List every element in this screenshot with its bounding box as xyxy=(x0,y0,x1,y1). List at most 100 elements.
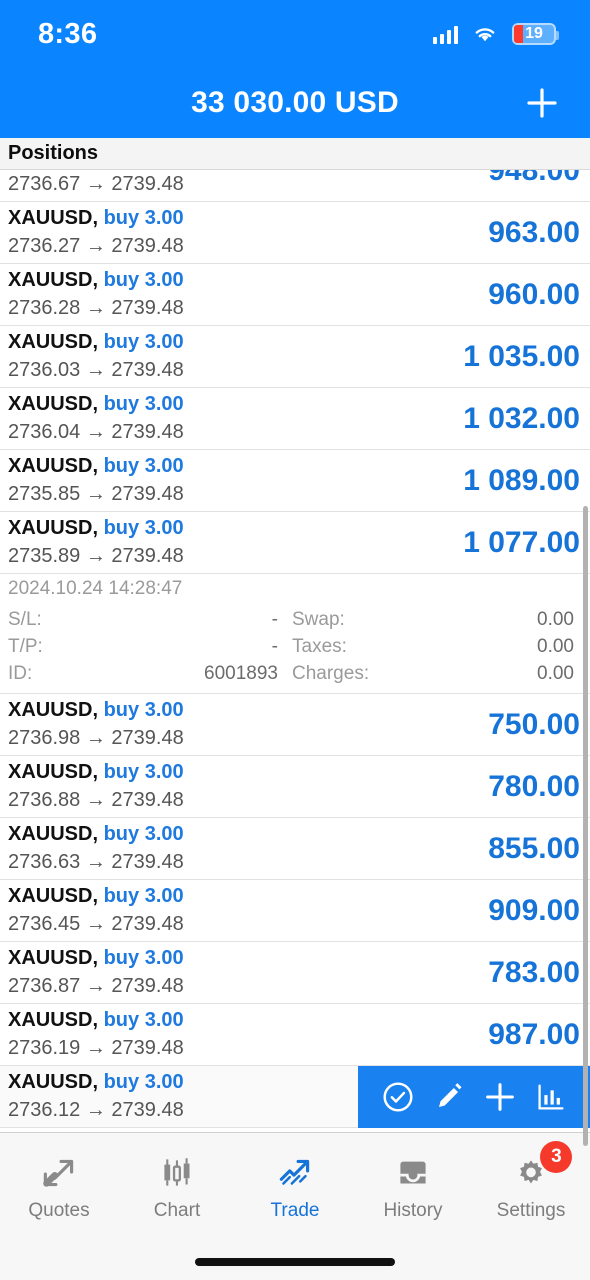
position-prices: 2736.19 → 2739.48 xyxy=(8,1037,184,1059)
open-chart-action[interactable] xyxy=(530,1076,572,1118)
modify-position-action[interactable] xyxy=(428,1076,470,1118)
list-scrollbar[interactable] xyxy=(583,176,588,1146)
charges-label: Charges: xyxy=(292,663,370,684)
plus-icon xyxy=(485,1083,514,1111)
position-symbol: XAUUSD, xyxy=(8,1009,99,1031)
position-profit: 783.00 xyxy=(488,955,580,989)
candlestick-chart-icon xyxy=(164,1157,190,1186)
new-order-button[interactable] xyxy=(520,81,564,125)
position-prices: 2736.67 → 2739.48 xyxy=(8,173,184,195)
position-row[interactable]: XAUUSD, buy 3.00 2736.45 → 2739.48 909.00 xyxy=(0,880,590,942)
position-row[interactable]: XAUUSD, buy 3.00 2736.87 → 2739.48 783.00 xyxy=(0,942,590,1004)
position-row[interactable]: XAUUSD, buy 3.00 2736.19 → 2739.48 987.00 xyxy=(0,1004,590,1066)
position-symbol: XAUUSD, xyxy=(8,393,99,415)
add-position-action[interactable] xyxy=(479,1076,521,1118)
tab-chart[interactable]: Chart xyxy=(118,1133,236,1238)
position-symbol-side: XAUUSD, buy 3.00 xyxy=(8,1071,184,1094)
position-side-volume: buy 3.00 xyxy=(103,393,184,415)
tab-history[interactable]: History xyxy=(354,1133,472,1238)
position-symbol: XAUUSD, xyxy=(8,947,99,969)
position-side-volume: buy 3.00 xyxy=(103,761,184,783)
position-prices: 2736.98 → 2739.48 xyxy=(8,727,184,749)
position-profit: 909.00 xyxy=(488,893,580,927)
position-prices: 2735.85 → 2739.48 xyxy=(8,483,184,505)
position-side-volume: buy 3.00 xyxy=(103,1009,184,1031)
position-side-volume: buy 3.00 xyxy=(103,269,184,291)
tab-label: Trade xyxy=(270,1199,320,1221)
position-symbol-side: XAUUSD, buy 3.00 xyxy=(8,885,184,908)
inbox-tray-icon-wrap xyxy=(392,1150,434,1196)
position-side-volume: buy 3.00 xyxy=(103,699,184,721)
app-header: 33 030.00 USD xyxy=(0,68,590,138)
position-symbol-side: XAUUSD, buy 3.00 xyxy=(8,823,184,846)
close-position-action[interactable] xyxy=(377,1076,419,1118)
position-symbol-side: XAUUSD, buy 3.00 xyxy=(8,455,184,478)
tab-settings[interactable]: Settings 3 xyxy=(472,1133,590,1238)
tab-label: Chart xyxy=(153,1199,201,1221)
status-bar-time: 8:36 xyxy=(38,17,98,50)
id-label: ID: xyxy=(8,663,33,684)
tab-quotes[interactable]: Quotes xyxy=(0,1133,118,1238)
position-symbol: XAUUSD, xyxy=(8,885,99,907)
position-prices: 2736.88 → 2739.48 xyxy=(8,789,184,811)
home-indicator xyxy=(195,1258,395,1266)
tab-label: Settings xyxy=(496,1199,566,1221)
bar-chart-icon xyxy=(537,1084,564,1110)
position-symbol-side: XAUUSD, buy 3.00 xyxy=(8,207,184,230)
position-row[interactable]: XAUUSD, buy 3.00 2736.27 → 2739.48 963.00 xyxy=(0,202,590,264)
positions-list[interactable]: XAUUSD, buy 3.00 2736.67 → 2739.48 948.00 X… xyxy=(0,170,590,1132)
position-profit: 750.00 xyxy=(488,707,580,741)
position-row[interactable]: XAUUSD, buy 3.00 2736.88 → 2739.48 780.00 xyxy=(0,756,590,818)
position-symbol: XAUUSD, xyxy=(8,207,99,229)
sl-label: S/L: xyxy=(8,609,42,630)
taxes-value: 0.00 xyxy=(537,636,574,657)
quotes-arrows-icon xyxy=(43,1159,74,1187)
position-row[interactable]: XAUUSD, buy 3.00 2736.04 → 2739.48 1 032.0… xyxy=(0,388,590,450)
position-symbol: XAUUSD, xyxy=(8,455,99,477)
charges-value: 0.00 xyxy=(537,663,574,684)
tp-value: - xyxy=(271,636,278,657)
position-symbol-side: XAUUSD, buy 3.00 xyxy=(8,761,184,784)
position-profit: 1 035.00 xyxy=(463,339,580,373)
position-symbol: XAUUSD, xyxy=(8,269,99,291)
tp-label: T/P: xyxy=(8,636,43,657)
swap-value: 0.00 xyxy=(537,609,574,630)
position-profit: 987.00 xyxy=(488,1017,580,1051)
scrollbar-thumb[interactable] xyxy=(583,506,588,1146)
position-row[interactable]: XAUUSD, buy 3.00 2736.03 → 2739.48 1 035.0… xyxy=(0,326,590,388)
position-prices: 2736.27 → 2739.48 xyxy=(8,235,184,257)
position-profit: 780.00 xyxy=(488,769,580,803)
position-symbol: XAUUSD, xyxy=(8,517,99,539)
status-bar: 8:36 19 xyxy=(0,0,590,68)
swipe-action-bar[interactable] xyxy=(358,1066,590,1128)
position-row[interactable]: XAUUSD, buy 3.00 2736.63 → 2739.48 855.00 xyxy=(0,818,590,880)
taxes-label: Taxes: xyxy=(292,636,347,657)
bottom-navigation: Quotes Chart Trade History Settings 3 xyxy=(0,1132,590,1280)
position-row[interactable]: XAUUSD, buy 3.00 2735.85 → 2739.48 1 089.0… xyxy=(0,450,590,512)
position-profit: 855.00 xyxy=(488,831,580,865)
position-side-volume: buy 3.00 xyxy=(103,885,184,907)
position-symbol-side: XAUUSD, buy 3.00 xyxy=(8,269,184,292)
position-prices: 2735.89 → 2739.48 xyxy=(8,545,184,567)
position-row[interactable]: XAUUSD, buy 3.00 2736.28 → 2739.48 960.00 xyxy=(0,264,590,326)
position-profit: 1 077.00 xyxy=(463,525,580,559)
detail-row-id-charges: ID: 6001893 Charges: 0.00 xyxy=(8,660,582,687)
section-header-positions: Positions xyxy=(0,138,590,170)
check-circle-icon xyxy=(382,1082,413,1112)
tab-trade[interactable]: Trade xyxy=(236,1133,354,1238)
position-row[interactable]: XAUUSD, buy 3.00 2736.98 → 2739.48 750.00 xyxy=(0,694,590,756)
position-row[interactable]: XAUUSD, buy 3.00 2735.89 → 2739.48 1 077.0… xyxy=(0,512,590,574)
position-symbol-side: XAUUSD, buy 3.00 xyxy=(8,517,184,540)
status-bar-indicators: 19 xyxy=(432,23,559,45)
wifi-icon xyxy=(475,28,495,42)
quotes-arrows-icon-wrap xyxy=(38,1150,80,1196)
pencil-icon xyxy=(438,1083,462,1107)
position-symbol-side: XAUUSD, buy 3.00 xyxy=(8,331,184,354)
trending-up-arrow-icon-wrap xyxy=(274,1150,316,1196)
position-row[interactable]: XAUUSD, buy 3.002736.67 → 2739.48948.00 xyxy=(0,170,590,202)
position-row[interactable]: XAUUSD, buy 3.002736.12 → 2739.481 080.0… xyxy=(0,1066,590,1128)
position-symbol: XAUUSD, xyxy=(8,699,99,721)
position-profit: 963.00 xyxy=(488,215,580,249)
position-symbol-side: XAUUSD, buy 3.00 xyxy=(8,699,184,722)
inbox-tray-icon xyxy=(400,1161,426,1183)
